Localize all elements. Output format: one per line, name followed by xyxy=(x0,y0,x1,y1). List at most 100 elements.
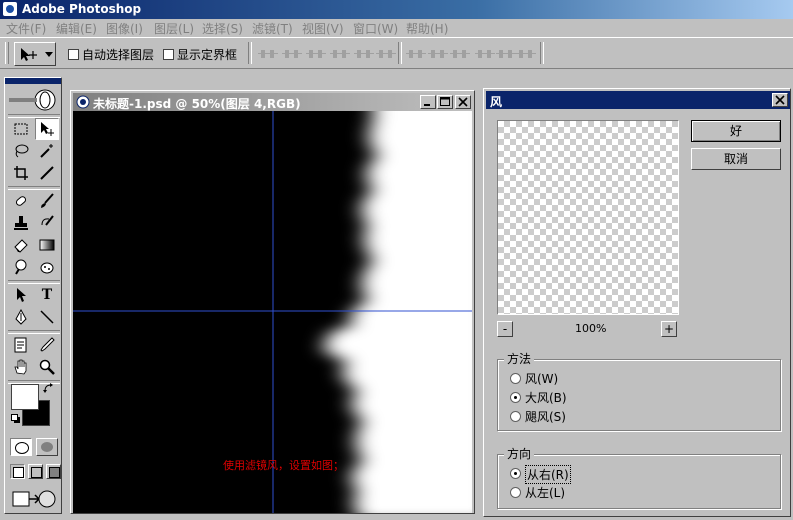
align-horizontal-center-icon[interactable] xyxy=(354,48,374,60)
toolbox-title-bar xyxy=(5,78,61,84)
method-blast-radio[interactable] xyxy=(510,392,521,403)
ok-button[interactable]: 好 xyxy=(691,120,781,142)
standard-mode-icon[interactable] xyxy=(10,438,32,456)
align-left-icon[interactable] xyxy=(330,48,350,60)
dialog-close-button[interactable] xyxy=(772,93,788,107)
menu-layer[interactable]: 图层(L) xyxy=(154,20,194,37)
move-tool-icon[interactable] xyxy=(35,118,59,140)
close-button[interactable] xyxy=(455,95,471,109)
menu-window[interactable]: 窗口(W) xyxy=(353,20,398,37)
direction-right-label[interactable]: 从右(R) xyxy=(525,465,571,484)
zoom-tool-icon[interactable] xyxy=(35,356,59,378)
crop-tool-icon[interactable] xyxy=(9,162,33,184)
zoom-in-button[interactable]: + xyxy=(661,321,677,337)
menu-select[interactable]: 选择(S) xyxy=(202,20,243,37)
foreground-color-swatch[interactable] xyxy=(11,384,39,410)
distribute-vertical-center-icon[interactable] xyxy=(428,48,448,60)
quick-mask-mode-icon[interactable] xyxy=(36,438,58,456)
align-top-icon[interactable] xyxy=(258,48,278,60)
lasso-tool-icon[interactable] xyxy=(9,140,33,162)
distribute-right-icon[interactable] xyxy=(516,48,536,60)
maximize-button[interactable] xyxy=(437,95,453,109)
options-bar: 自动选择图层 显示定界框 xyxy=(0,37,793,69)
method-wind-radio[interactable] xyxy=(510,373,521,384)
hand-tool-icon[interactable] xyxy=(9,356,33,378)
method-stagger-label[interactable]: 飓风(S) xyxy=(525,408,566,425)
grip-handle[interactable] xyxy=(5,42,9,64)
document-title-bar[interactable]: 未标题-1.psd @ 50%(图层 4,RGB) xyxy=(73,93,474,111)
align-bottom-icon[interactable] xyxy=(306,48,326,60)
standard-screen-mode-icon[interactable] xyxy=(10,464,25,479)
options-separator xyxy=(398,42,402,64)
eyedropper-tool-icon[interactable] xyxy=(35,334,59,356)
method-wind-label[interactable]: 风(W) xyxy=(525,370,558,387)
full-screen-mode-icon[interactable] xyxy=(46,464,61,479)
path-selection-tool-icon[interactable] xyxy=(9,284,33,306)
dialog-title: 风 xyxy=(490,95,503,109)
distribute-top-icon[interactable] xyxy=(406,48,426,60)
wind-filter-dialog: 风 好 取消 - 100% + 方法 风(W) 大风(B) 飓风(S) 方向 从… xyxy=(483,88,791,517)
jump-to-imageready-icon[interactable] xyxy=(11,488,57,510)
direction-right-radio[interactable] xyxy=(510,468,521,479)
full-screen-menu-mode-icon[interactable] xyxy=(28,464,43,479)
options-separator xyxy=(248,42,252,64)
minimize-button[interactable] xyxy=(420,95,436,109)
options-separator xyxy=(540,42,544,64)
distribute-left-icon[interactable] xyxy=(475,48,495,60)
distribute-bottom-icon[interactable] xyxy=(450,48,470,60)
pen-tool-icon[interactable] xyxy=(9,306,33,328)
sponge-tool-icon[interactable] xyxy=(35,256,59,278)
menu-image[interactable]: 图像(I) xyxy=(106,20,143,37)
wind-effect-image xyxy=(73,111,472,513)
marquee-tool-icon[interactable] xyxy=(9,118,33,140)
direction-left-label[interactable]: 从左(L) xyxy=(525,484,565,501)
menu-help[interactable]: 帮助(H) xyxy=(406,20,448,37)
healing-brush-tool-icon[interactable] xyxy=(9,190,33,212)
document-title: 未标题-1.psd @ 50%(图层 4,RGB) xyxy=(93,97,301,111)
photoshop-document-icon xyxy=(76,95,90,109)
gradient-tool-icon[interactable] xyxy=(35,234,59,256)
align-vertical-center-icon[interactable] xyxy=(282,48,302,60)
document-canvas[interactable]: 使用滤镜风，设置如图； xyxy=(73,111,472,513)
document-window: 未标题-1.psd @ 50%(图层 4,RGB) 使用滤镜风，设置如图； xyxy=(70,90,475,514)
show-bounding-box-checkbox[interactable] xyxy=(163,49,174,60)
menu-view[interactable]: 视图(V) xyxy=(302,20,344,37)
method-stagger-radio[interactable] xyxy=(510,411,521,422)
history-brush-tool-icon[interactable] xyxy=(35,212,59,234)
move-tool-icon xyxy=(21,48,37,61)
direction-left-radio[interactable] xyxy=(510,487,521,498)
clone-stamp-tool-icon[interactable] xyxy=(9,212,33,234)
dodge-tool-icon[interactable] xyxy=(9,256,33,278)
toolbox: T xyxy=(4,77,62,514)
show-bounding-box-label: 显示定界框 xyxy=(177,48,238,62)
tool-preset-picker[interactable] xyxy=(14,42,56,66)
filter-preview[interactable] xyxy=(497,120,679,315)
menu-filter[interactable]: 滤镜(T) xyxy=(252,20,293,37)
eraser-tool-icon[interactable] xyxy=(9,234,33,256)
menu-file[interactable]: 文件(F) xyxy=(6,20,46,37)
chevron-down-icon xyxy=(45,52,53,57)
zoom-out-button[interactable]: - xyxy=(497,321,513,337)
default-colors-icon[interactable] xyxy=(11,414,20,423)
line-tool-icon[interactable] xyxy=(35,306,59,328)
distribute-horizontal-center-icon[interactable] xyxy=(496,48,516,60)
magic-wand-tool-icon[interactable] xyxy=(35,140,59,162)
menu-edit[interactable]: 编辑(E) xyxy=(56,20,97,37)
dialog-title-bar[interactable]: 风 xyxy=(486,91,790,109)
type-tool-icon[interactable]: T xyxy=(35,284,59,306)
direction-legend: 方向 xyxy=(504,445,535,462)
auto-select-layer-label: 自动选择图层 xyxy=(82,48,155,62)
align-right-icon[interactable] xyxy=(376,48,396,60)
menu-bar: 文件(F) 编辑(E) 图像(I) 图层(L) 选择(S) 滤镜(T) 视图(V… xyxy=(0,19,793,37)
app-title: Adobe Photoshop xyxy=(22,2,142,16)
cancel-button[interactable]: 取消 xyxy=(691,148,781,170)
zoom-level: 100% xyxy=(575,322,607,335)
brush-tool-icon[interactable] xyxy=(35,190,59,212)
slice-tool-icon[interactable] xyxy=(35,162,59,184)
auto-select-layer-checkbox[interactable] xyxy=(68,49,79,60)
method-legend: 方法 xyxy=(504,350,535,367)
method-blast-label[interactable]: 大风(B) xyxy=(525,389,567,406)
swap-colors-icon[interactable] xyxy=(43,383,55,395)
adobe-online-icon[interactable] xyxy=(7,88,59,112)
notes-tool-icon[interactable] xyxy=(9,334,33,356)
